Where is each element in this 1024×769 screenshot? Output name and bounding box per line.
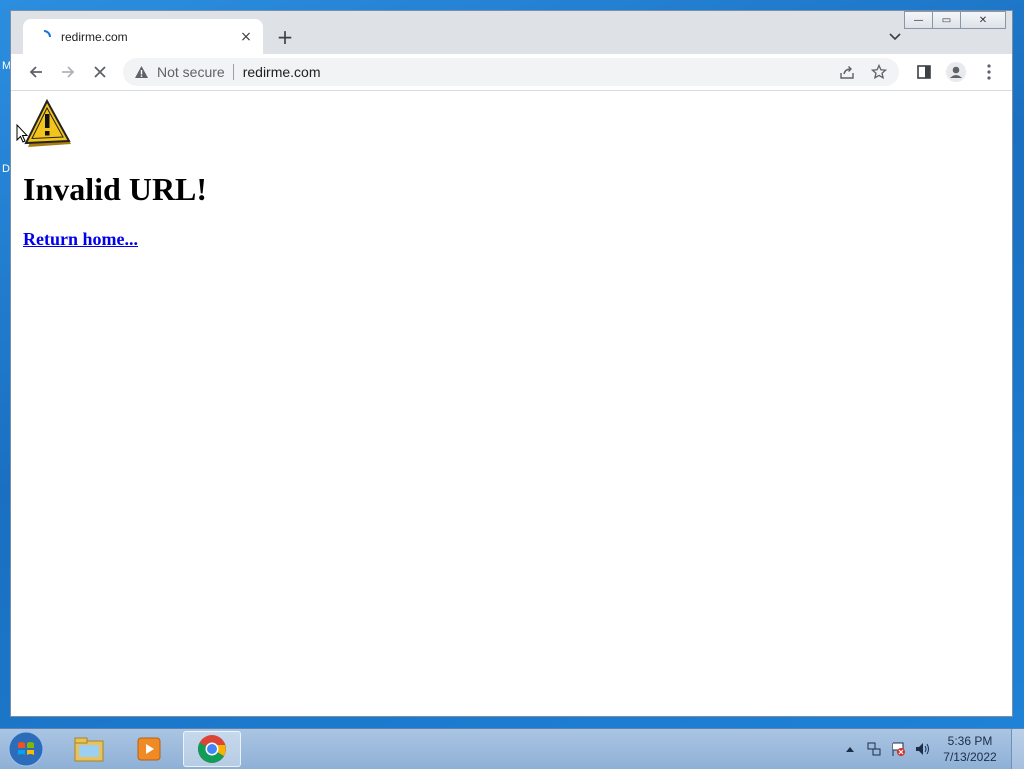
- window-controls: — ▭ ✕: [904, 11, 1006, 29]
- tab-title: redirme.com: [61, 29, 128, 44]
- warning-triangle-icon[interactable]: [133, 64, 149, 80]
- file-explorer-taskbar-icon[interactable]: [60, 731, 118, 767]
- page-content: Invalid URL! Return home...: [11, 91, 1012, 716]
- bookmark-star-icon[interactable]: [867, 60, 891, 84]
- share-icon[interactable]: [835, 60, 859, 84]
- clock-date: 7/13/2022: [943, 750, 997, 764]
- url-text[interactable]: redirme.com: [243, 64, 321, 80]
- minimize-button[interactable]: —: [904, 11, 933, 29]
- profile-avatar-icon[interactable]: [944, 60, 968, 84]
- tab-strip: redirme.com × + — ▭ ✕: [11, 11, 1012, 54]
- new-tab-button[interactable]: +: [273, 25, 297, 49]
- return-home-link[interactable]: Return home...: [23, 229, 138, 250]
- tab-close-icon[interactable]: ×: [235, 26, 257, 48]
- omnibox-separator: [232, 64, 234, 80]
- network-icon[interactable]: [866, 741, 882, 757]
- show-desktop-button[interactable]: [1011, 729, 1024, 769]
- page-title: Invalid URL!: [23, 171, 208, 207]
- menu-kebab-icon[interactable]: [977, 60, 1001, 84]
- tab-redirme[interactable]: redirme.com ×: [23, 19, 263, 54]
- warning-sign-icon: [23, 98, 73, 155]
- volume-speaker-icon[interactable]: [914, 741, 930, 757]
- show-hidden-icons-arrow-icon[interactable]: [842, 741, 858, 757]
- media-player-taskbar-icon[interactable]: [120, 731, 178, 767]
- system-tray: [842, 741, 938, 757]
- start-button[interactable]: [6, 730, 46, 768]
- mouse-cursor-icon: [16, 123, 29, 148]
- side-panel-icon[interactable]: [912, 60, 936, 84]
- back-arrow-icon[interactable]: [24, 60, 48, 84]
- action-center-flag-icon[interactable]: [890, 741, 906, 757]
- browser-toolbar: Not secure redirme.com: [11, 54, 1012, 91]
- taskbar-clock[interactable]: 5:36 PM 7/13/2022: [935, 733, 1005, 765]
- security-status-label[interactable]: Not secure: [157, 64, 225, 80]
- browser-window: redirme.com × + — ▭ ✕ Not secure redirme…: [10, 10, 1013, 717]
- forward-arrow-icon[interactable]: [56, 60, 80, 84]
- taskbar: 5:36 PM 7/13/2022: [0, 728, 1024, 769]
- desktop-icon-label-partial: D: [2, 163, 10, 175]
- clock-time: 5:36 PM: [947, 734, 993, 748]
- loading-spinner-icon: [37, 29, 51, 44]
- maximize-button[interactable]: ▭: [932, 11, 961, 29]
- stop-loading-icon[interactable]: [88, 60, 112, 84]
- chrome-taskbar-icon[interactable]: [183, 731, 241, 767]
- address-bar[interactable]: Not secure redirme.com: [123, 58, 899, 86]
- close-window-button[interactable]: ✕: [960, 11, 1006, 29]
